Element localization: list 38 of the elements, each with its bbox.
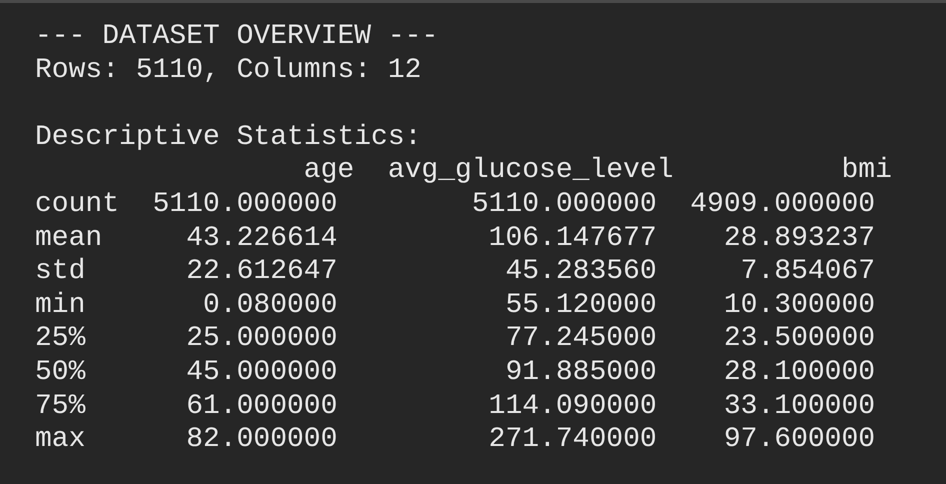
row-label: std [35,255,86,289]
table-cell-text: 4909.000000 [689,188,876,222]
table-cell-text: 55.120000 [504,288,657,322]
table-cell-text: 43.226614 [185,222,338,256]
table-cell-text: 22.612647 [185,255,338,289]
table-cell-text: 106.147677 [488,222,657,256]
table-cell-text: 25.000000 [185,322,338,356]
table-cell-text: 97.600000 [722,423,876,457]
row-label: max [35,423,86,457]
row-label: 75% [35,390,86,424]
table-cell-text: 271.740000 [488,423,657,457]
column-header: age [302,154,354,188]
row-label: mean [35,222,104,256]
row-label: 25% [35,322,86,356]
column-header: bmi [840,154,892,188]
table-cell-text: 28.100000 [722,356,876,390]
table-cell-text: 114.090000 [488,390,657,424]
row-label: count [35,188,119,222]
table-cell-text: 0.080000 [202,288,338,322]
table-cell-text: 7.854067 [740,255,876,289]
stats-title: Descriptive Statistics: [35,120,422,154]
column-header: avg_glucose_level [386,154,674,188]
table-cell-text: 45.000000 [185,356,338,390]
table-cell-text: 10.300000 [722,288,876,322]
row-label: min [35,288,86,322]
table-cell-text: 77.245000 [504,322,657,356]
table-cell-text: 82.000000 [185,423,338,457]
summary-text: Rows: 5110, Columns: 12 [35,54,422,88]
table-cell-text: 91.885000 [504,356,657,390]
table-cell-text: 23.500000 [722,322,876,356]
table-cell-text: 33.100000 [722,390,876,424]
row-label: 50% [35,356,86,390]
heading-text: --- DATASET OVERVIEW --- [35,20,440,54]
table-cell-text: 5110.000000 [470,188,657,222]
table-cell-text: 5110.000000 [152,188,338,222]
table-cell-text: 61.000000 [185,390,338,424]
table-cell-text: 28.893237 [722,222,876,256]
table-cell-text: 45.283560 [504,255,657,289]
